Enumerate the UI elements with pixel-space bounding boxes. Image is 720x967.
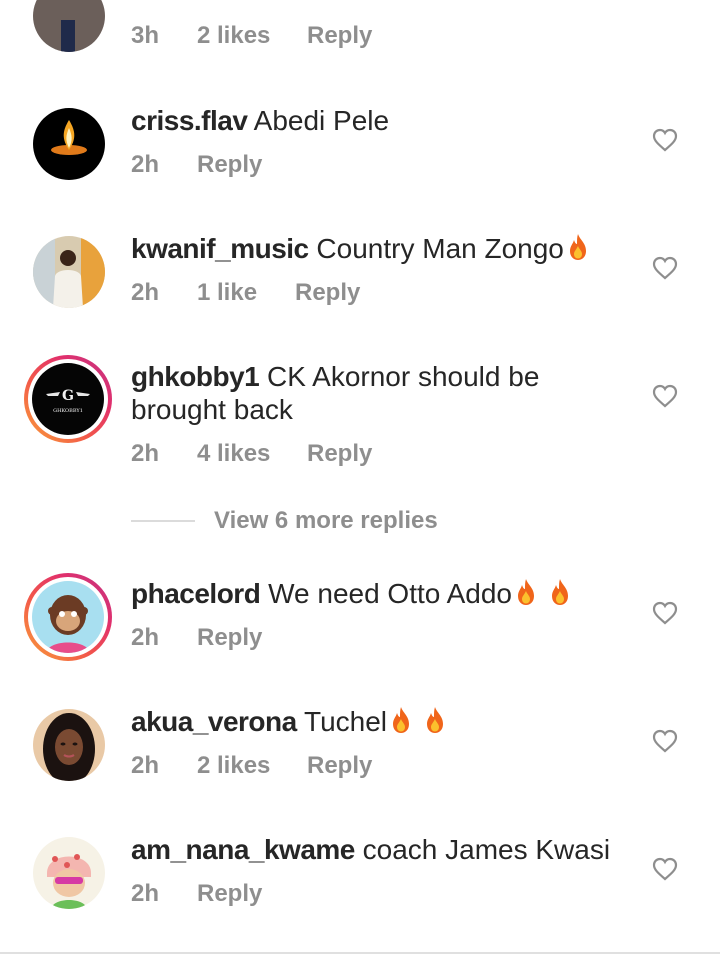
comment-meta: 2h Reply: [131, 151, 262, 179]
comment-meta: 2h 2 likes Reply: [131, 752, 372, 780]
comment-meta: 2h 1 like Reply: [131, 279, 360, 307]
comment-body: We need Otto Addo: [268, 578, 512, 609]
fire-emoji: [393, 707, 410, 733]
comment-time: 2h: [131, 279, 160, 306]
avatar-story-ring[interactable]: [24, 573, 112, 661]
bottom-divider: [0, 952, 720, 954]
divider-line: [131, 520, 195, 522]
reply-button[interactable]: Reply: [197, 624, 262, 652]
comment-likes[interactable]: 4 likes: [197, 440, 270, 468]
view-more-replies-label[interactable]: View 6 more replies: [214, 507, 438, 535]
comment-body: coach James Kwasi: [362, 834, 611, 865]
avatar[interactable]: [33, 0, 105, 52]
comment-username[interactable]: ghkobby1: [131, 361, 260, 392]
comment-text: ghkobby1 CK Akornor should be brought ba…: [131, 360, 551, 426]
comment-username[interactable]: kwanif_music: [131, 233, 309, 264]
comment-time: 2h: [131, 440, 160, 467]
fire-emoji: [426, 707, 443, 733]
heart-icon[interactable]: [652, 128, 678, 152]
comment-time: 2h: [131, 624, 160, 651]
comment-body: Country Man Zongo: [316, 233, 564, 264]
comment-text: akua_verona Tuchel: [131, 705, 611, 738]
heart-icon[interactable]: [652, 601, 678, 625]
avatar-story-ring[interactable]: G GHKOBBY1: [24, 355, 112, 443]
comment-meta: 2h Reply: [131, 880, 262, 908]
reply-button[interactable]: Reply: [197, 151, 262, 179]
comment-username[interactable]: akua_verona: [131, 706, 297, 737]
avatar[interactable]: [33, 837, 105, 909]
heart-icon[interactable]: [652, 729, 678, 753]
comment-likes[interactable]: 2 likes: [197, 22, 270, 50]
comment-username[interactable]: criss.flav: [131, 105, 248, 136]
comment-text: kwanif_music Country Man Zongo: [131, 232, 611, 265]
avatar[interactable]: [33, 709, 105, 781]
reply-button[interactable]: Reply: [307, 440, 372, 468]
avatar-logo-text: GHKOBBY1: [53, 408, 83, 414]
reply-button[interactable]: Reply: [307, 752, 372, 780]
avatar[interactable]: [33, 108, 105, 180]
comment-time: 2h: [131, 880, 160, 907]
comment-time: 3h: [131, 22, 160, 49]
comment-meta: 2h Reply: [131, 624, 262, 652]
comment-username[interactable]: am_nana_kwame: [131, 834, 355, 865]
heart-icon[interactable]: [652, 857, 678, 881]
heart-icon[interactable]: [652, 256, 678, 280]
reply-button[interactable]: Reply: [295, 279, 360, 307]
reply-button[interactable]: Reply: [197, 880, 262, 908]
comment-likes[interactable]: 1 like: [197, 279, 257, 307]
comment-meta: 3h 2 likes Reply: [131, 22, 372, 50]
comment-username[interactable]: phacelord: [131, 578, 261, 609]
comment-time: 2h: [131, 151, 160, 178]
comment-likes[interactable]: 2 likes: [197, 752, 270, 780]
svg-text:G: G: [62, 388, 74, 404]
heart-icon[interactable]: [652, 384, 678, 408]
comment-meta: 2h 4 likes Reply: [131, 440, 372, 468]
fire-emoji: [517, 579, 534, 605]
comment-text: am_nana_kwame coach James Kwasi: [131, 833, 611, 866]
fire-emoji: [551, 579, 568, 605]
reply-button[interactable]: Reply: [307, 22, 372, 50]
avatar[interactable]: [33, 236, 105, 308]
fire-emoji: [569, 234, 586, 260]
comment-time: 2h: [131, 752, 160, 779]
comment-text: phacelord We need Otto Addo: [131, 577, 611, 610]
comment-text: criss.flav Abedi Pele: [131, 104, 611, 137]
comment-body: Abedi Pele: [253, 105, 390, 136]
comment-body: Tuchel: [304, 706, 388, 737]
